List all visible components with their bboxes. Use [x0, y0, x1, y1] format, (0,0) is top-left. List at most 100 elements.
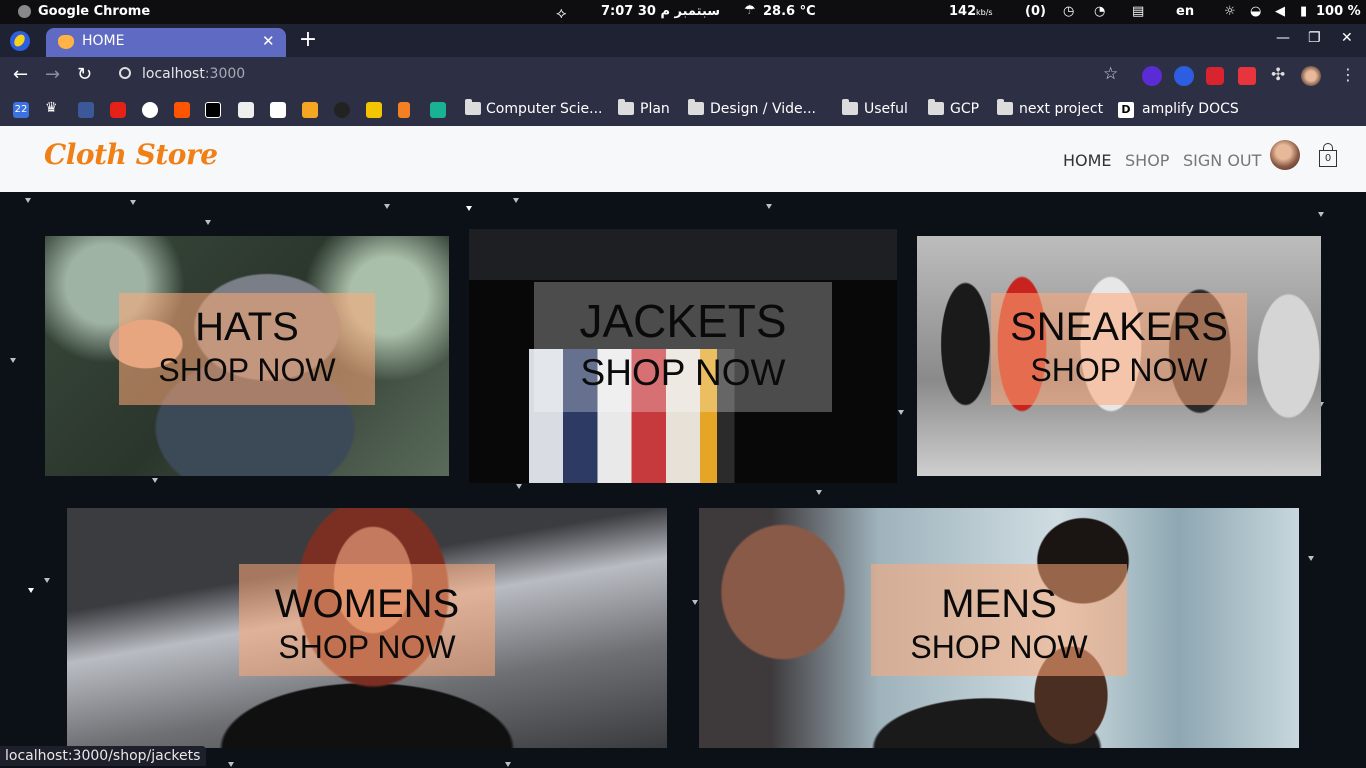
category-directory: HATS SHOP NOW JACKETS SHOP NOW SNEAKERS …: [0, 192, 1366, 768]
browser-menu-icon[interactable]: ⋮: [1340, 65, 1356, 84]
site-header: Cloth Store HOME SHOP SIGN OUT 0: [0, 126, 1366, 192]
folder-icon: [688, 99, 704, 115]
dev-to-icon[interactable]: [205, 102, 221, 118]
category-card-hats[interactable]: HATS SHOP NOW: [45, 236, 449, 476]
particle: [152, 478, 158, 483]
site-info-icon[interactable]: [119, 67, 131, 79]
shop-now-link[interactable]: SHOP NOW: [239, 629, 495, 666]
new-tab-button[interactable]: +: [296, 29, 320, 53]
back-arrow-icon[interactable]: ←: [13, 64, 28, 85]
shop-now-link[interactable]: SHOP NOW: [119, 352, 375, 389]
user-avatar[interactable]: [1270, 140, 1300, 170]
shop-now-link[interactable]: SHOP NOW: [534, 352, 832, 394]
keyboard-language[interactable]: en: [1176, 4, 1194, 19]
codesandbox-icon[interactable]: [270, 102, 286, 118]
nav-shop[interactable]: SHOP: [1125, 151, 1169, 170]
jackets-label-box: JACKETS SHOP NOW: [534, 282, 832, 412]
sneakers-label-box: SNEAKERS SHOP NOW: [991, 293, 1247, 405]
bookmark-folder-useful[interactable]: Useful: [864, 101, 908, 117]
particle: [766, 204, 772, 209]
battery-icon[interactable]: ▮: [1300, 4, 1307, 19]
facebook-icon[interactable]: [78, 102, 94, 118]
particle: [692, 600, 698, 605]
shopping-bag-icon[interactable]: 0: [1319, 143, 1337, 167]
notification-count[interactable]: (0): [1025, 4, 1046, 19]
bookmark-amplify-docs[interactable]: amplify DOCS: [1142, 101, 1239, 117]
particle: [1318, 212, 1324, 217]
forward-arrow-icon[interactable]: →: [45, 64, 60, 85]
link-hover-status: localhost:3000/shop/jackets: [0, 746, 207, 766]
github-icon[interactable]: [334, 102, 350, 118]
google-icon[interactable]: [142, 102, 158, 118]
particle: [10, 358, 16, 363]
hexagon-bookmark-icon[interactable]: [302, 102, 318, 118]
shop-now-link[interactable]: SHOP NOW: [871, 629, 1127, 666]
extension-search-icon[interactable]: [1174, 66, 1194, 86]
store-logo[interactable]: Cloth Store: [44, 138, 218, 171]
search-bookmark-icon[interactable]: [238, 102, 254, 118]
stack-layers-icon[interactable]: [430, 102, 446, 118]
reload-icon[interactable]: ↻: [77, 64, 92, 85]
category-card-jackets[interactable]: JACKETS SHOP NOW: [469, 229, 897, 483]
address-bar[interactable]: localhost:3000: [142, 66, 245, 82]
net-speed: 142: [949, 4, 977, 19]
close-window-icon[interactable]: ✕: [1341, 30, 1353, 46]
clock[interactable]: 7:07 30 سبتمبر م: [601, 4, 720, 19]
brightness-icon[interactable]: ☼: [1224, 4, 1236, 19]
mens-label-box: MENS SHOP NOW: [871, 564, 1127, 676]
profile-avatar-icon[interactable]: [1301, 66, 1321, 86]
folder-icon: [842, 99, 858, 115]
category-card-womens[interactable]: WOMENS SHOP NOW: [67, 508, 667, 748]
extensions-puzzle-icon[interactable]: ✣: [1271, 65, 1285, 85]
stackoverflow-icon[interactable]: [398, 102, 410, 118]
extension-percent-icon[interactable]: [1238, 67, 1256, 85]
bookmark-star-icon[interactable]: ☆: [1103, 64, 1118, 84]
adblock-plus-icon[interactable]: [1206, 67, 1224, 85]
nav-sign-out[interactable]: SIGN OUT: [1183, 151, 1261, 170]
layers-bookmark-icon[interactable]: [366, 102, 382, 118]
youtube-icon[interactable]: [110, 102, 126, 118]
bookmark-folder-gcp[interactable]: GCP: [950, 101, 979, 117]
bookmark-folder-computer-science[interactable]: Computer Scie...: [486, 101, 602, 117]
restore-icon[interactable]: ❐: [1308, 30, 1321, 46]
volume-icon[interactable]: ◀: [1275, 4, 1285, 19]
particle: [466, 206, 472, 211]
particle: [28, 588, 34, 593]
tab-title: HOME: [82, 33, 125, 49]
minimize-icon[interactable]: —: [1276, 30, 1290, 46]
category-card-sneakers[interactable]: SNEAKERS SHOP NOW: [917, 236, 1321, 476]
soundcloud-icon[interactable]: [174, 102, 190, 118]
extension-hex-icon[interactable]: [1142, 66, 1162, 86]
crown-favicon-icon: [58, 35, 74, 49]
particle: [516, 484, 522, 489]
temperature[interactable]: 28.6 °C: [763, 4, 816, 19]
particle: [130, 200, 136, 205]
tab-search-icon[interactable]: [10, 31, 30, 51]
calendar-bookmark-icon[interactable]: 22: [13, 102, 29, 118]
clipboard-icon[interactable]: ▤: [1132, 4, 1144, 19]
bookmark-folder-plan[interactable]: Plan: [640, 101, 670, 117]
particle: [816, 490, 822, 495]
crown-bookmark-icon[interactable]: ♛: [45, 100, 61, 116]
category-card-mens[interactable]: MENS SHOP NOW: [699, 508, 1299, 748]
bookmark-folder-design-video[interactable]: Design / Vide...: [710, 101, 816, 117]
vpn-icon[interactable]: ⟡: [556, 3, 567, 23]
category-title: HATS: [195, 305, 299, 349]
bookmark-folder-next-project[interactable]: next project: [1019, 101, 1103, 117]
folder-icon: [928, 99, 944, 115]
close-tab-icon[interactable]: ✕: [262, 32, 275, 50]
tab-home[interactable]: HOME ✕: [46, 28, 286, 57]
timer-icon[interactable]: ◷: [1063, 4, 1074, 19]
folder-icon: [465, 99, 481, 115]
nav-home[interactable]: HOME: [1063, 151, 1112, 170]
category-title: SNEAKERS: [1010, 305, 1228, 349]
battery-level: 100 %: [1316, 4, 1361, 19]
particle: [513, 198, 519, 203]
alarm-icon[interactable]: ◔: [1094, 4, 1105, 19]
cart-count: 0: [1324, 153, 1332, 164]
category-title: MENS: [941, 582, 1057, 626]
shop-now-link[interactable]: SHOP NOW: [991, 352, 1247, 389]
active-app-name: Google Chrome: [38, 4, 151, 19]
weather-icon: ☂: [744, 3, 756, 18]
wifi-icon[interactable]: ◒: [1250, 4, 1261, 19]
